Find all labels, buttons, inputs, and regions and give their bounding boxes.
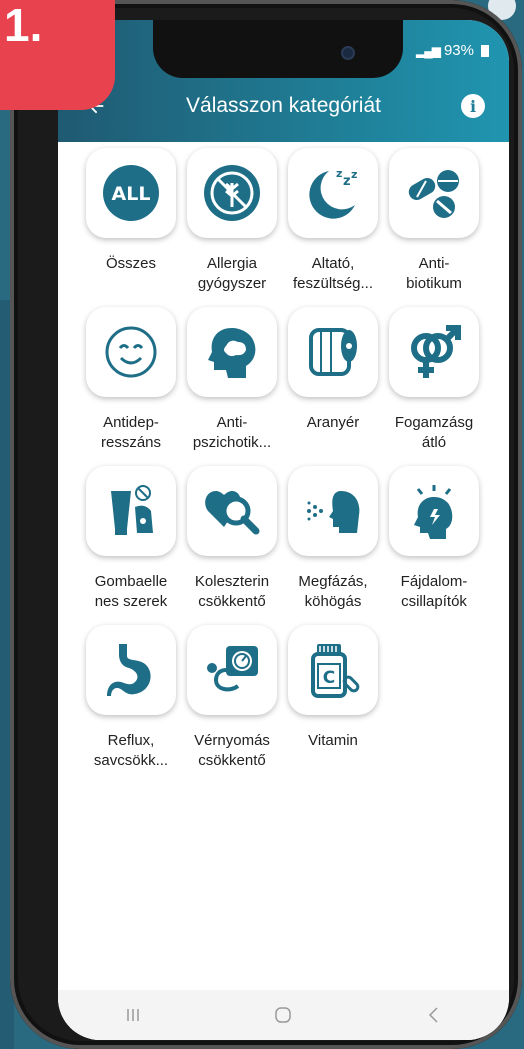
all-icon: ALL	[103, 165, 159, 221]
category-tile	[86, 466, 176, 556]
recent-apps-icon	[127, 1009, 139, 1021]
battery-icon	[481, 44, 489, 57]
category-tile	[389, 148, 479, 238]
category-tile	[187, 148, 277, 238]
no-wheat-icon	[204, 165, 260, 221]
category-hemorrhoids[interactable]: Aranyér	[284, 305, 385, 464]
category-label: Fogamzásg átló	[394, 414, 474, 451]
info-button[interactable]: i	[461, 94, 485, 118]
category-label: Koleszterin csökkentő	[194, 573, 270, 610]
category-tile: zzz	[288, 148, 378, 238]
system-back-button[interactable]	[414, 1000, 454, 1030]
status-bar: ▂▄▆ 93%	[416, 42, 489, 59]
svg-text:z: z	[336, 167, 342, 180]
category-tile: C	[288, 625, 378, 715]
pills-icon	[408, 170, 459, 218]
phone-frame: ▂▄▆ 93% Válasszon kategóriát i ALL Össze…	[10, 0, 522, 1049]
category-tile: ALL	[86, 148, 176, 238]
svg-text:C: C	[323, 668, 335, 688]
home-button[interactable]	[263, 1000, 303, 1030]
recent-apps-button[interactable]	[113, 1000, 153, 1030]
category-tile	[187, 307, 277, 397]
system-nav-bar	[58, 990, 509, 1040]
chevron-left-icon	[428, 1007, 438, 1023]
page-title: Válasszon kategóriát	[186, 94, 381, 117]
category-tile	[86, 307, 176, 397]
category-sleep[interactable]: zzz Altató, feszültség...	[284, 146, 385, 305]
vitamin-bottle-icon: C	[311, 644, 360, 698]
category-antipsychotic[interactable]: Anti- pszichotik...	[183, 305, 284, 464]
svg-text:z: z	[351, 168, 357, 181]
category-tile	[389, 466, 479, 556]
category-label: Fájdalom- csillapítók	[400, 573, 468, 610]
category-label: Vérnyomás csökkentő	[194, 732, 270, 769]
category-painkillers[interactable]: Fájdalom- csillapítók	[385, 464, 486, 623]
signal-icon: ▂▄▆	[416, 43, 441, 58]
category-label: Aranyér	[306, 414, 360, 431]
category-grid: ALL Összes Allergia gyógyszer zzz Altató…	[82, 146, 482, 782]
camera-notch	[153, 20, 403, 78]
category-antibiotic[interactable]: Anti- biotikum	[385, 146, 486, 305]
category-all[interactable]: ALL Összes	[82, 146, 183, 305]
category-antidepressant[interactable]: Antidep- resszáns	[82, 305, 183, 464]
category-cold-cough[interactable]: Megfázás, köhögás	[284, 464, 385, 623]
category-tile	[389, 307, 479, 397]
category-label: Allergia gyógyszer	[197, 255, 267, 292]
category-tile	[86, 625, 176, 715]
category-label: Összes	[105, 255, 156, 272]
category-allergy[interactable]: Allergia gyógyszer	[183, 146, 284, 305]
toilet-paper-icon	[309, 328, 357, 376]
category-label: Antidep- resszáns	[100, 414, 162, 451]
info-icon: i	[469, 96, 477, 116]
category-reflux[interactable]: Reflux, savcsökk...	[82, 623, 183, 782]
cream-foot-icon	[111, 485, 153, 535]
stomach-icon	[107, 644, 151, 696]
app-screen: ▂▄▆ 93% Válasszon kategóriát i ALL Össze…	[58, 20, 509, 1040]
heart-magnifier-icon	[205, 491, 260, 535]
category-contraceptive[interactable]: Fogamzásg átló	[385, 305, 486, 464]
category-label: Anti- biotikum	[406, 255, 462, 292]
category-blood-pressure[interactable]: Vérnyomás csökkentő	[183, 623, 284, 782]
category-antifungal[interactable]: Gombaelle nes szerek	[82, 464, 183, 623]
category-tile	[288, 307, 378, 397]
headache-icon	[414, 485, 453, 539]
category-tile	[187, 466, 277, 556]
category-label: Anti- pszichotik...	[192, 414, 272, 451]
step-badge: 1.	[0, 0, 115, 110]
category-tile	[288, 466, 378, 556]
gender-symbols-icon	[411, 325, 461, 378]
category-label: Megfázás, köhögás	[298, 573, 368, 610]
smiley-icon	[105, 326, 157, 378]
blood-pressure-icon	[207, 646, 258, 692]
moon-sleep-icon: z zz	[309, 167, 357, 219]
category-label: Reflux, savcsökk...	[93, 732, 169, 769]
category-vitamin[interactable]: C Vitamin	[284, 623, 385, 782]
category-label: Vitamin	[308, 732, 358, 749]
svg-text:ALL: ALL	[112, 183, 151, 205]
home-icon	[275, 1007, 292, 1023]
category-cholesterol[interactable]: Koleszterin csökkentő	[183, 464, 284, 623]
head-brain-icon	[208, 328, 256, 378]
category-tile	[187, 625, 277, 715]
svg-text:z: z	[343, 174, 351, 189]
step-badge-text: 1.	[4, 0, 43, 51]
sneeze-icon	[307, 491, 360, 533]
category-label: Altató, feszültség...	[292, 255, 374, 292]
battery-level: 93%	[443, 42, 474, 59]
category-label: Gombaelle nes szerek	[94, 573, 168, 610]
